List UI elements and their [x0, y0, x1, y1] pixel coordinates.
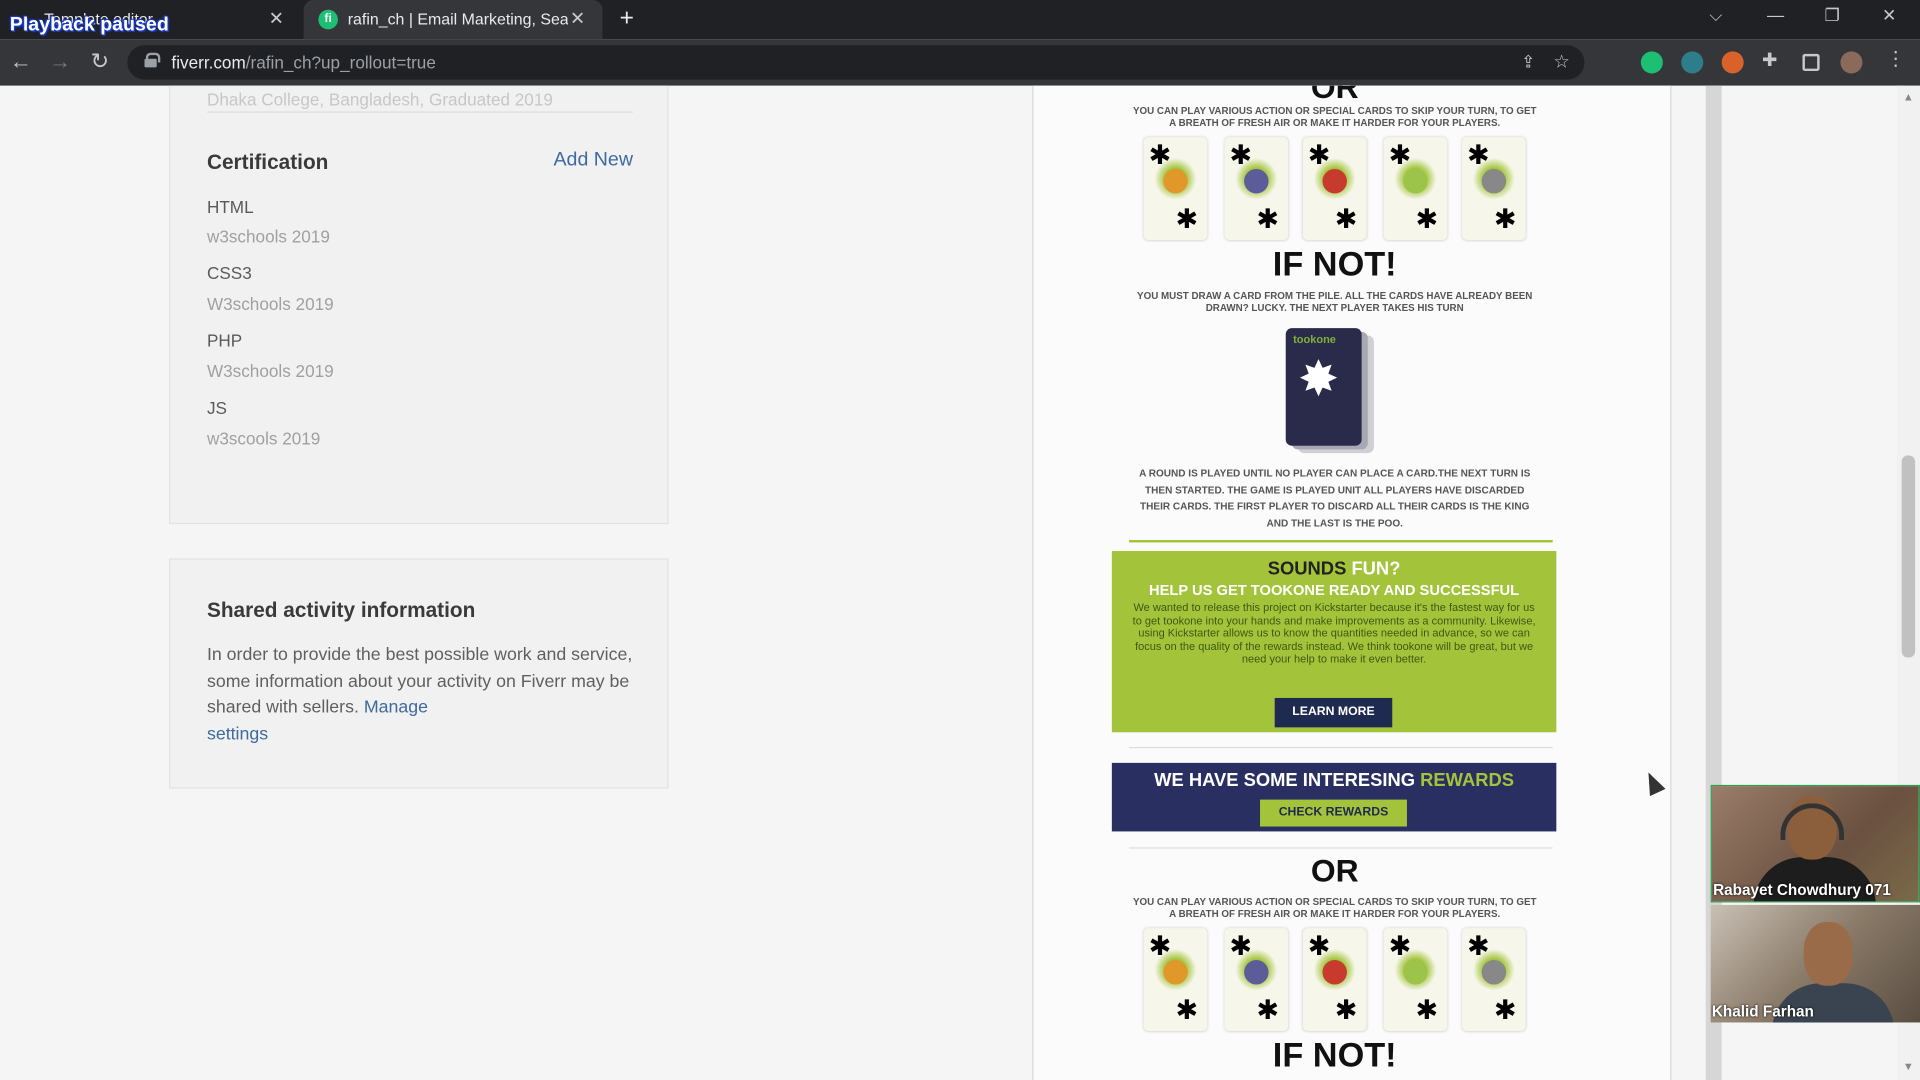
video-tile-participant-1: Rabayet Chowdhury 071: [1710, 784, 1920, 903]
round-text: A ROUND IS PLAYED UNTIL NO PLAYER CAN PL…: [1139, 467, 1531, 529]
tab-title: rafin_ch | Email Marketing, Searc: [347, 9, 569, 29]
participant-name: Rabayet Chowdhury 071: [1713, 881, 1891, 899]
url-domain: fiverr.com: [171, 52, 246, 73]
scrollbar-thumb[interactable]: [1901, 455, 1916, 658]
bookmark-star-icon[interactable]: ☆: [1553, 50, 1569, 72]
tab-search-chevron-icon[interactable]: ⌵: [1709, 5, 1722, 26]
cert-name: CSS3: [206, 263, 252, 283]
window-close-icon[interactable]: ✕: [1882, 5, 1896, 26]
url-path: /rafin_ch?up_rollout=true: [245, 52, 436, 73]
cert-name: JS: [206, 397, 227, 418]
page-content: Dhaka College, Bangladesh, Graduated 201…: [0, 85, 1906, 1080]
divider: [206, 111, 634, 113]
check-rewards-button[interactable]: CHECK REWARDS: [1260, 799, 1407, 827]
help-text: We wanted to release this project on Kic…: [1132, 601, 1536, 665]
game-card: ✱ ✱: [1302, 928, 1367, 1032]
draw-text: YOU MUST DRAW A CARD FROM THE PILE. ALL …: [1137, 290, 1533, 313]
game-card: ✱ ✱: [1383, 928, 1448, 1032]
cert-source: w3schools 2019: [206, 226, 330, 247]
cert-source: W3schools 2019: [206, 293, 334, 314]
rewards-section: WE HAVE SOME INTERESING REWARDS CHECK RE…: [1111, 762, 1557, 832]
screen: Template editor ✕ Playback paused fi raf…: [0, 0, 1920, 1080]
tab-fiverr-profile[interactable]: fi rafin_ch | Email Marketing, Searc ✕: [303, 0, 603, 40]
game-cards-row-top: ✱ ✱ ✱ ✱ ✱ ✱ ✱ ✱ ✱ ✱: [1136, 137, 1528, 245]
play-text-top: YOU CAN PLAY VARIOUS ACTION OR SPECIAL C…: [1132, 105, 1537, 128]
fun-word: FUN?: [1351, 558, 1401, 580]
rewards-pre-text: WE HAVE SOME INTERESING: [1154, 770, 1416, 792]
game-card: ✱ ✱: [1302, 137, 1367, 241]
if-not-heading-bottom: IF NOT!: [1272, 1035, 1397, 1074]
cert-source: w3scools 2019: [206, 428, 321, 449]
education-faded-text: Dhaka College, Bangladesh, Graduated 201…: [206, 89, 553, 109]
participant-name: Khalid Farhan: [1711, 1002, 1814, 1021]
participant-face: [1803, 922, 1853, 986]
cert-name: HTML: [206, 197, 254, 217]
learn-more-button[interactable]: LEARN MORE: [1274, 697, 1393, 728]
close-icon[interactable]: ✕: [269, 7, 284, 30]
shared-activity-text: In order to provide the best possible wo…: [207, 643, 636, 748]
new-tab-button[interactable]: +: [620, 5, 634, 33]
game-card: ✱ ✱: [1224, 928, 1289, 1032]
forward-arrow-icon[interactable]: →: [49, 49, 71, 75]
shared-activity-title: Shared activity information: [206, 598, 476, 623]
fiverr-favicon-icon: fi: [318, 9, 338, 30]
avatar[interactable]: [1840, 51, 1863, 74]
if-not-heading-top: IF NOT!: [1272, 244, 1397, 283]
grey-divider-2: [1128, 847, 1553, 849]
game-cards-row-bottom: ✱ ✱ ✱ ✱ ✱ ✱ ✱ ✱ ✱ ✱: [1136, 928, 1528, 1036]
scroll-up-icon[interactable]: ▲: [1903, 91, 1914, 103]
share-icon[interactable]: ⇪: [1521, 51, 1535, 72]
splash-icon: ✸: [1297, 352, 1340, 407]
deck-label: tookone: [1293, 333, 1336, 346]
or-heading-bottom: OR: [1310, 852, 1359, 889]
green-divider: [1128, 540, 1553, 543]
extension-fox-icon[interactable]: [1721, 51, 1744, 74]
kebab-menu-icon[interactable]: ⋮: [1886, 47, 1908, 70]
browser-tab-bar: Template editor ✕ Playback paused fi raf…: [0, 0, 1920, 40]
rewards-heading: WE HAVE SOME INTERESING REWARDS: [1112, 770, 1556, 791]
grammarly-icon[interactable]: [1640, 51, 1663, 74]
playback-paused-overlay: Playback paused: [9, 14, 169, 36]
browser-toolbar: ← → ↻ fiverr.com/rafin_ch?up_rollout=tru…: [0, 39, 1920, 86]
sounds-word: SOUNDS: [1267, 558, 1347, 580]
game-card: ✱ ✱: [1224, 137, 1289, 241]
cert-name: PHP: [206, 330, 243, 351]
or-heading-top: OR: [1310, 85, 1359, 106]
game-card: ✱ ✱: [1462, 137, 1526, 241]
video-tile-participant-2: Khalid Farhan: [1710, 904, 1920, 1023]
certification-card: Dhaka College, Bangladesh, Graduated 201…: [168, 85, 669, 525]
add-new-certification-link[interactable]: Add New: [553, 149, 632, 171]
play-text-bottom: YOU CAN PLAY VARIOUS ACTION OR SPECIAL C…: [1132, 896, 1537, 919]
reload-icon[interactable]: ↻: [91, 49, 109, 75]
shared-activity-card: Shared activity information In order to …: [168, 558, 669, 789]
minimize-icon[interactable]: —: [1767, 5, 1784, 25]
rewards-word: REWARDS: [1420, 770, 1515, 792]
lock-icon: [144, 52, 161, 68]
manage-settings-link-2[interactable]: settings: [207, 724, 268, 744]
sounds-fun-heading: SOUNDS FUN?: [1112, 558, 1556, 579]
game-card: ✱ ✱: [1143, 137, 1208, 241]
side-panel-icon[interactable]: [1802, 53, 1820, 72]
certification-title: Certification: [206, 150, 329, 174]
game-card: ✱ ✱: [1383, 137, 1448, 241]
card-deck-image: tookone ✸: [1285, 328, 1382, 455]
url-text: fiverr.com/rafin_ch?up_rollout=true: [171, 53, 435, 73]
address-bar[interactable]: fiverr.com/rafin_ch?up_rollout=true ⇪ ☆: [127, 45, 1585, 80]
cert-source: W3schools 2019: [206, 361, 334, 381]
scroll-down-icon[interactable]: ▼: [1903, 1060, 1914, 1072]
close-icon[interactable]: ✕: [570, 7, 585, 30]
game-card: ✱ ✱: [1462, 928, 1526, 1032]
puzzle-extensions-icon[interactable]: ✚: [1762, 49, 1784, 71]
back-arrow-icon[interactable]: ←: [10, 49, 32, 75]
extension-globe-icon[interactable]: [1681, 51, 1704, 74]
restore-icon[interactable]: ❐: [1825, 5, 1840, 26]
manage-settings-link[interactable]: Manage: [364, 698, 428, 718]
game-card: ✱ ✱: [1143, 928, 1208, 1032]
sounds-fun-section: SOUNDS FUN? HELP US GET TOOKONE READY AN…: [1111, 551, 1557, 733]
help-title: HELP US GET TOOKONE READY AND SUCCESSFUL: [1149, 581, 1520, 599]
grey-divider: [1128, 746, 1553, 749]
